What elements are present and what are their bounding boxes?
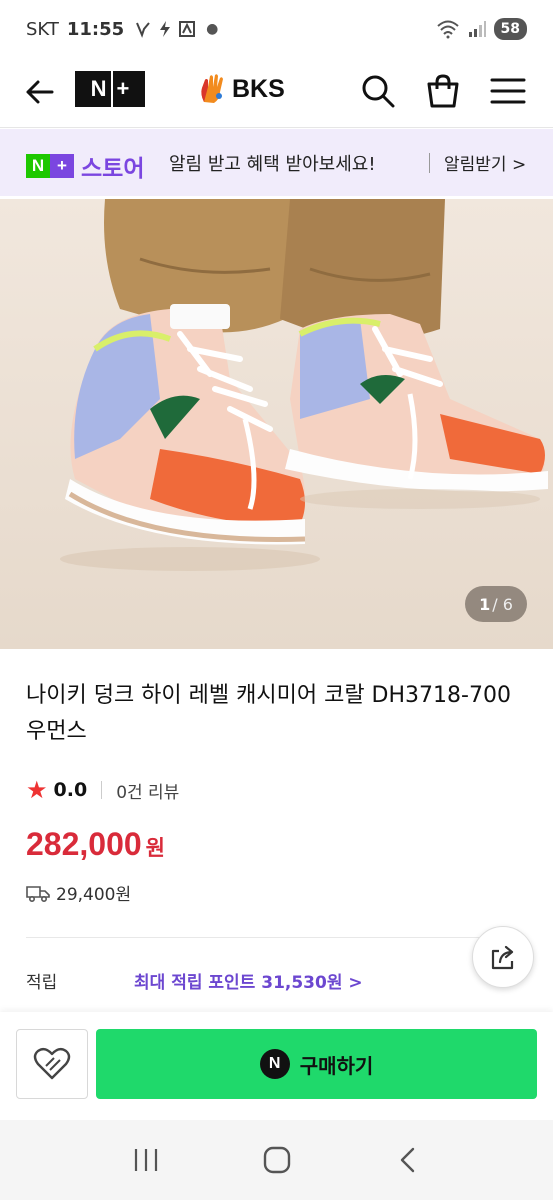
product-image[interactable] bbox=[0, 199, 553, 649]
product-title: 나이키 덩크 하이 레벨 캐시미어 코랄 DH3718-700 우먼스 bbox=[26, 683, 511, 744]
buy-button-label: 구매하기 bbox=[299, 1053, 374, 1078]
rating-divider bbox=[101, 781, 103, 799]
current-image-index: 1 bbox=[479, 594, 491, 614]
nfc-icon bbox=[179, 21, 196, 37]
signal-icon bbox=[468, 21, 486, 37]
more-notifications-dot: ● bbox=[206, 21, 219, 37]
system-back-button[interactable] bbox=[388, 1140, 428, 1180]
total-images: / 6 bbox=[492, 594, 513, 614]
nplus-logo-n: N bbox=[90, 76, 107, 101]
buy-button[interactable]: N 구매하기 bbox=[96, 1029, 537, 1099]
naver-plus-logo[interactable]: N + bbox=[75, 71, 145, 107]
max-points-link[interactable]: 최대 적립 포인트 31,530원 > bbox=[134, 968, 363, 993]
shopping-bag-icon[interactable] bbox=[424, 72, 462, 110]
shipping-fee: 29,400원 bbox=[26, 880, 131, 905]
hand-logo-icon bbox=[201, 74, 223, 103]
recent-apps-icon bbox=[134, 1149, 157, 1171]
brand-name: BKS bbox=[232, 74, 285, 103]
hamburger-menu-icon[interactable] bbox=[489, 72, 527, 110]
rating-score: 0.0 bbox=[53, 779, 88, 801]
app-header: N + BKS bbox=[0, 58, 553, 128]
clock: 11:55 bbox=[66, 18, 125, 40]
image-page-counter: 1 / 6 bbox=[465, 586, 527, 622]
store-logo-plus: + bbox=[50, 154, 74, 178]
system-nav-bar bbox=[0, 1120, 553, 1200]
naver-pay-badge: N bbox=[259, 1049, 290, 1079]
sneaker-illustration bbox=[0, 199, 553, 649]
notify-button[interactable]: 알림받기 > bbox=[444, 150, 526, 175]
recent-apps-button[interactable] bbox=[126, 1140, 166, 1180]
store-label: 스토어 bbox=[81, 156, 145, 182]
battery-indicator: 58 bbox=[493, 18, 527, 40]
share-icon bbox=[491, 945, 514, 970]
price-amount: 282,000 bbox=[26, 826, 142, 862]
share-button[interactable] bbox=[472, 926, 534, 988]
shipping-fee-value: 29,400원 bbox=[56, 885, 132, 905]
wishlist-button[interactable] bbox=[16, 1029, 88, 1099]
home-button[interactable] bbox=[257, 1140, 297, 1180]
section-divider bbox=[26, 937, 526, 938]
points-row[interactable]: 적립 최대 적립 포인트 31,530원 > bbox=[26, 968, 426, 993]
charging-bolt-icon bbox=[160, 21, 171, 37]
store-logo-n: N bbox=[26, 154, 50, 178]
notification-icons bbox=[134, 20, 196, 38]
delivery-truck-icon bbox=[26, 885, 50, 902]
store-notify-banner[interactable]: N + 스토어 알림 받고 혜택 받아보세요! 알림받기 > bbox=[0, 129, 553, 196]
star-icon: ★ bbox=[26, 776, 48, 804]
naver-plus-store-logo: N + 스토어 bbox=[26, 149, 144, 183]
data-saver-icon bbox=[136, 22, 150, 38]
nplus-logo-plus: + bbox=[116, 76, 130, 101]
heart-icon bbox=[33, 1047, 71, 1080]
purchase-action-bar: N 구매하기 bbox=[0, 1012, 553, 1120]
status-bar: SKT 11:55 ● 58 bbox=[0, 0, 553, 58]
banner-divider bbox=[429, 153, 430, 173]
points-label: 적립 bbox=[26, 973, 58, 993]
shop-brand-logo[interactable]: BKS bbox=[196, 70, 285, 108]
home-icon bbox=[263, 1146, 290, 1174]
rating-summary[interactable]: ★ 0.0 0건 리뷰 bbox=[26, 776, 179, 804]
review-count-link[interactable]: 0건 리뷰 bbox=[116, 778, 179, 803]
carrier-label: SKT bbox=[26, 18, 59, 40]
price: 282,000 원 bbox=[26, 826, 165, 863]
back-arrow-icon[interactable] bbox=[22, 74, 58, 110]
banner-message: 알림 받고 혜택 받아보세요! bbox=[169, 154, 376, 175]
system-back-icon bbox=[400, 1147, 414, 1173]
search-icon[interactable] bbox=[359, 72, 397, 110]
price-unit: 원 bbox=[145, 836, 165, 860]
wifi-icon bbox=[436, 20, 459, 39]
